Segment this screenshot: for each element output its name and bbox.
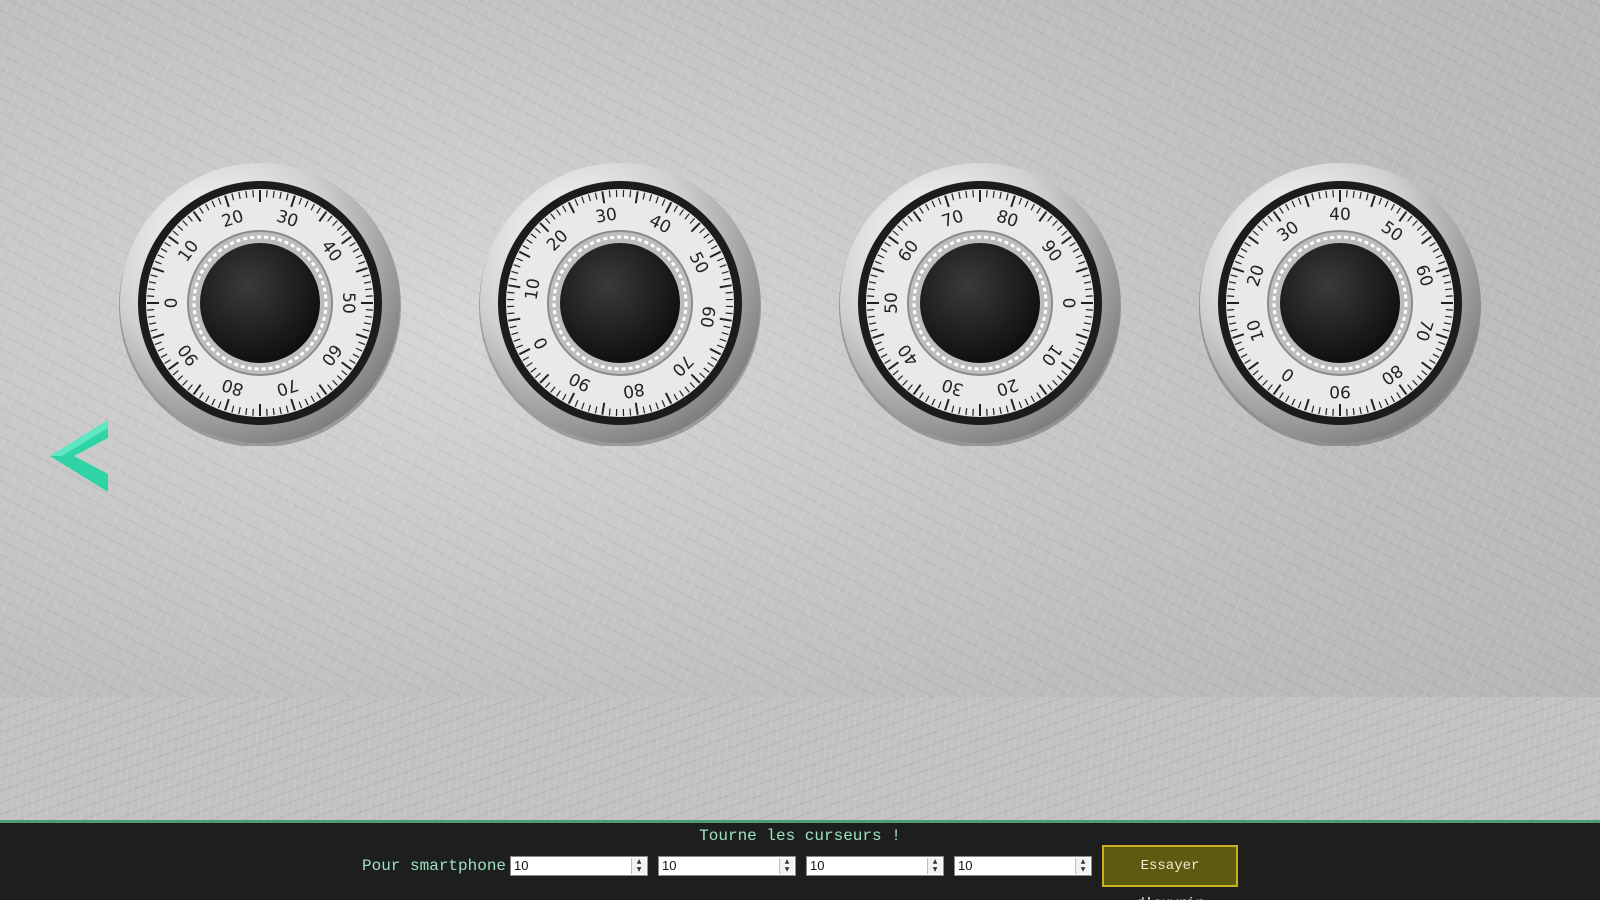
- dial-number-label: 60: [695, 305, 718, 330]
- dial-graphic: 0102030405060708090: [839, 163, 1121, 446]
- combination-dial-4[interactable]: 0 10 20 30 40 50 60 70 80 90: [1197, 160, 1483, 446]
- dial-3-value: 10: [810, 858, 825, 873]
- dial-4-value: 10: [958, 858, 973, 873]
- dial-number-label: 50: [882, 292, 902, 314]
- spinner-icon[interactable]: ▲ ▼: [927, 858, 942, 874]
- combination-dial-1[interactable]: 0 10 20 30 40 50 60 70 80 90: [117, 160, 403, 446]
- dial-number-label: 50: [338, 292, 358, 314]
- dial-number-label: 40: [1329, 205, 1351, 225]
- dial-2-value: 10: [662, 858, 677, 873]
- chevron-left-icon: [50, 420, 108, 492]
- smartphone-label: Pour smartphone :: [362, 857, 526, 875]
- dial-number-label: 10: [522, 277, 545, 302]
- spinner-icon[interactable]: ▲ ▼: [631, 858, 646, 874]
- combination-dial-3[interactable]: 0 10 20 30 40 50 60 70 80 90: [837, 160, 1123, 446]
- dial-number-label: 90: [1329, 381, 1351, 401]
- back-button[interactable]: [48, 418, 112, 494]
- dial-number-label: 0: [162, 298, 182, 309]
- dial-1-input[interactable]: 10 ▲ ▼: [510, 856, 648, 876]
- dial-number-label: 30: [594, 205, 619, 228]
- dial-graphic: 0102030405060708090: [1199, 163, 1481, 446]
- dial-2-input[interactable]: 10 ▲ ▼: [658, 856, 796, 876]
- dial-number-label: 80: [622, 378, 647, 401]
- dial-graphic: 0102030405060708090: [479, 163, 761, 446]
- footer-bar: Tourne les curseurs ! Pour smartphone : …: [0, 820, 1600, 900]
- dial-1-value: 10: [514, 858, 529, 873]
- open-button[interactable]: Essayer d'ouvrir: [1102, 845, 1238, 900]
- footer-title: Tourne les curseurs !: [699, 827, 901, 845]
- dial-graphic: 0102030405060708090: [119, 163, 401, 446]
- dial-3-input[interactable]: 10 ▲ ▼: [806, 856, 944, 876]
- metal-background-lower: [0, 697, 1600, 820]
- dial-number-label: 0: [1058, 298, 1078, 309]
- dial-4-input[interactable]: 10 ▲ ▼: [954, 856, 1092, 876]
- spinner-icon[interactable]: ▲ ▼: [779, 858, 794, 874]
- spinner-icon[interactable]: ▲ ▼: [1075, 858, 1090, 874]
- combination-dial-2[interactable]: 0 10 20 30 40 50 60 70 80 90: [477, 160, 763, 446]
